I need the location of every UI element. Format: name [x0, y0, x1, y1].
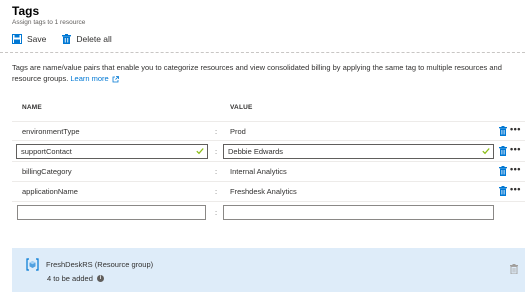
info-icon[interactable]: i: [96, 275, 104, 282]
learn-more-label: Learn more: [70, 74, 109, 83]
tag-value: Prod: [230, 127, 246, 136]
resource-group-panel: FreshDeskRS (Resource group) 4 to be add…: [12, 248, 525, 292]
separator: :: [215, 167, 218, 176]
learn-more-link[interactable]: Learn more: [70, 74, 108, 83]
new-tag-name-input[interactable]: [17, 205, 206, 220]
delete-all-label: Delete all: [76, 34, 112, 44]
more-options-icon[interactable]: •••: [510, 184, 521, 194]
separator: :: [215, 127, 218, 136]
more-options-icon[interactable]: •••: [510, 164, 521, 174]
more-options-icon[interactable]: •••: [510, 144, 521, 154]
valid-check-icon: [482, 148, 490, 155]
delete-tag-icon[interactable]: [499, 186, 507, 196]
tag-name: billingCategory: [22, 167, 72, 176]
resource-group-count: 4 to be added i: [47, 274, 104, 283]
tag-value-input-value: Debbie Edwards: [228, 147, 284, 156]
tag-name: applicationName: [22, 187, 78, 196]
new-tag-value-input[interactable]: [223, 205, 494, 220]
external-link-icon: [112, 75, 119, 82]
tag-row-editing: supportContact : Debbie Edwards •••: [12, 142, 525, 162]
tag-value: Internal Analytics: [230, 167, 287, 176]
delete-all-button[interactable]: Delete all: [62, 34, 112, 44]
toolbar: Save Delete all: [12, 34, 112, 44]
value-column-header: VALUE: [230, 104, 253, 111]
toolbar-divider: [0, 52, 525, 53]
save-button[interactable]: Save: [12, 34, 46, 44]
separator: :: [215, 208, 218, 217]
separator: :: [215, 187, 218, 196]
resource-group-icon: [26, 258, 39, 271]
tag-name: environmentType: [22, 127, 80, 136]
resource-group-name-text: FreshDeskRS: [46, 260, 93, 269]
delete-resource-icon[interactable]: [510, 264, 518, 274]
delete-tag-icon[interactable]: [499, 126, 507, 136]
page-subtitle: Assign tags to 1 resource: [12, 19, 86, 26]
page-title: Tags: [12, 4, 40, 18]
resource-group-type: (Resource group): [94, 260, 154, 269]
tag-row: billingCategory : Internal Analytics •••: [12, 162, 525, 182]
tag-value-input[interactable]: Debbie Edwards: [223, 144, 494, 159]
delete-tag-icon[interactable]: [499, 166, 507, 176]
tag-row: applicationName : Freshdesk Analytics ••…: [12, 182, 525, 202]
valid-check-icon: [196, 148, 204, 155]
separator: :: [215, 147, 218, 156]
more-options-icon[interactable]: •••: [510, 124, 521, 134]
name-column-header: NAME: [22, 104, 42, 111]
tag-row: environmentType : Prod •••: [12, 121, 525, 141]
resource-group-name: FreshDeskRS (Resource group): [46, 260, 153, 269]
save-icon: [12, 34, 22, 44]
trash-icon: [62, 34, 72, 44]
description: Tags are name/value pairs that enable yo…: [12, 62, 517, 84]
delete-tag-icon[interactable]: [499, 146, 507, 156]
header: Tags Assign tags to 1 resource: [12, 4, 85, 26]
new-tag-row: :: [12, 203, 525, 223]
tag-value: Freshdesk Analytics: [230, 187, 297, 196]
save-label: Save: [27, 34, 47, 44]
tag-name-input[interactable]: supportContact: [16, 144, 208, 159]
resource-group-count-text: 4 to be added: [47, 274, 93, 283]
tag-name-input-value: supportContact: [21, 147, 72, 156]
